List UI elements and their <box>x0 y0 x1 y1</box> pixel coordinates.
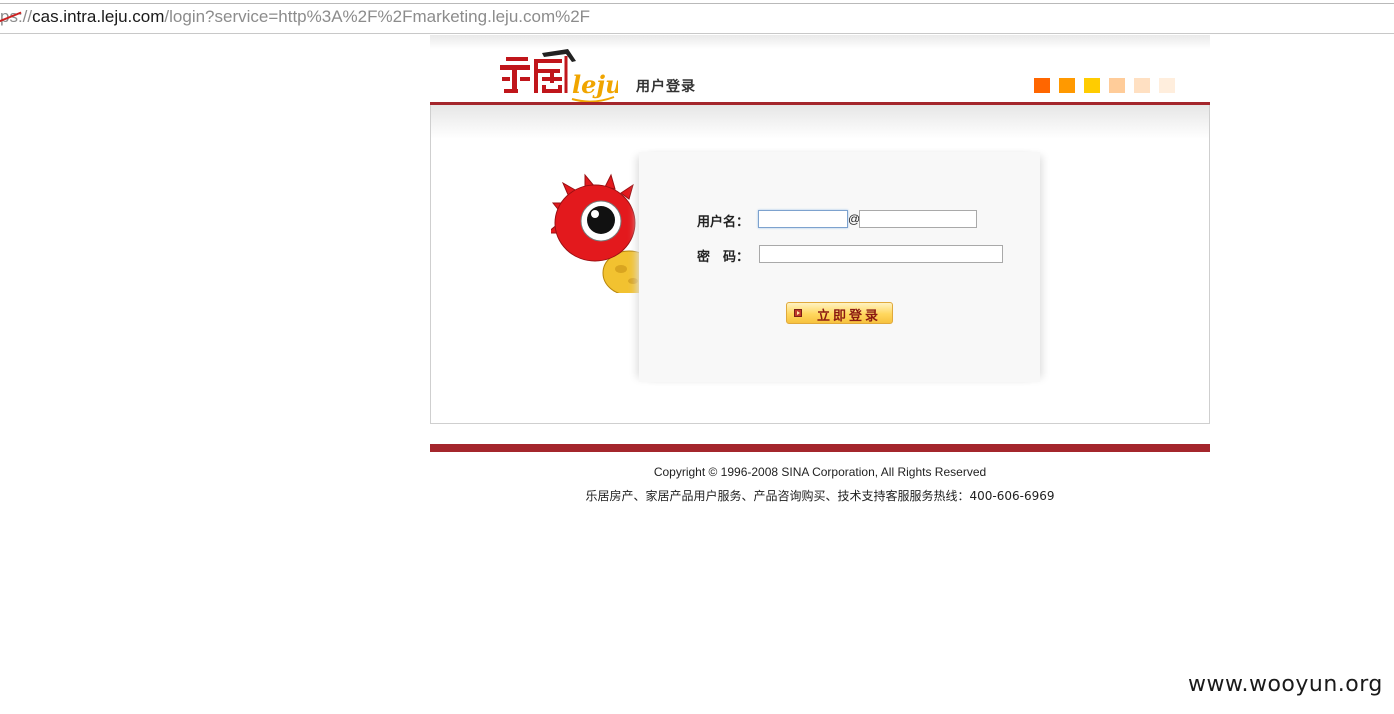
leju-logo: leju <box>500 49 618 103</box>
password-input[interactable] <box>759 245 1003 263</box>
container-shade <box>431 105 1209 139</box>
url-scheme: ps:// <box>0 7 33 26</box>
copyright-text: Copyright © 1996-2008 SINA Corporation, … <box>653 465 987 479</box>
address-bar[interactable]: ps://cas.intra.leju.com/login?service=ht… <box>0 0 1394 34</box>
username-label: 用户名： <box>697 215 750 230</box>
watermark: www.wooyun.org <box>1188 672 1383 697</box>
svg-text:leju: leju <box>572 70 618 99</box>
window-frame-line <box>0 3 1394 4</box>
domain-input[interactable] <box>859 210 977 228</box>
login-container: 用户名： @ 密 码： 立即登录 <box>430 105 1210 424</box>
footer-divider <box>430 444 1210 452</box>
username-input[interactable] <box>758 210 848 228</box>
url-text[interactable]: ps://cas.intra.leju.com/login?service=ht… <box>0 7 590 27</box>
accent-square <box>1084 78 1100 93</box>
url-host: cas.intra.leju.com <box>32 7 165 26</box>
page-title: 用户登录 <box>636 79 696 95</box>
arrow-square-icon <box>794 309 802 317</box>
accent-square <box>1034 78 1050 93</box>
accent-square <box>1134 78 1150 93</box>
url-path: /login?service=http%3A%2F%2Fmarketing.le… <box>164 7 591 26</box>
page-header: leju 用户登录 <box>430 35 1210 106</box>
password-label: 密 码： <box>697 250 750 265</box>
login-button-label: 立即登录 <box>817 309 882 324</box>
hotline-text: 乐居房产、家居产品用户服务、产品咨询购买、技术支持客服服务热线：400-606-… <box>585 489 1055 503</box>
accent-square <box>1109 78 1125 93</box>
accent-squares <box>1034 78 1175 93</box>
accent-square <box>1159 78 1175 93</box>
sina-eye-mascot <box>551 173 641 293</box>
login-form-panel: 用户名： @ 密 码： 立即登录 <box>639 152 1040 382</box>
login-button[interactable]: 立即登录 <box>786 302 893 324</box>
accent-square <box>1059 78 1075 93</box>
